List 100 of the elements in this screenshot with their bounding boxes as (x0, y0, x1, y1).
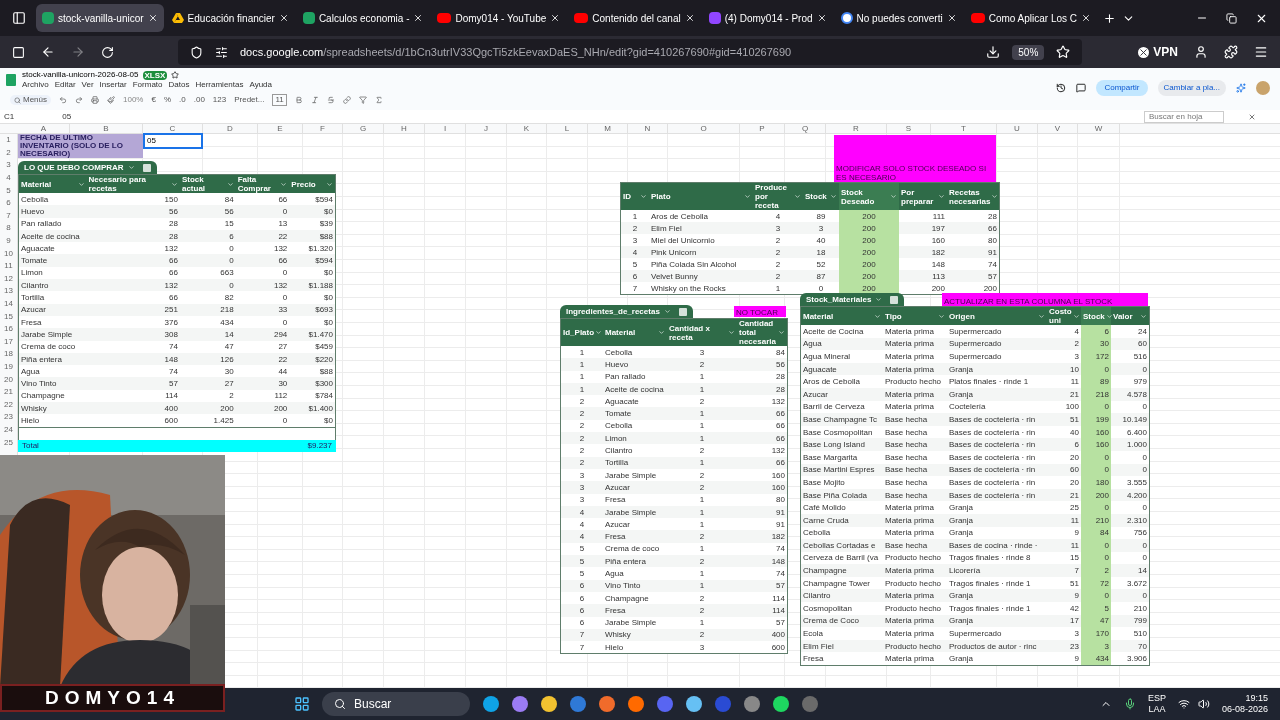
link-icon[interactable] (342, 96, 351, 104)
row-number[interactable]: 17 (0, 335, 17, 349)
column-letter[interactable]: M (588, 124, 628, 133)
table-name-chip[interactable]: LO QUE DEBO COMPRAR (18, 161, 157, 174)
close-icon[interactable] (147, 13, 158, 23)
column-letter[interactable]: G (343, 124, 384, 133)
format-button[interactable]: % (163, 95, 172, 105)
column-header[interactable]: Cantidad x receta (667, 319, 737, 346)
switch-button[interactable]: Cambiar a pla... (1157, 80, 1226, 96)
italic-icon[interactable] (310, 96, 319, 104)
app-icon[interactable] (772, 696, 789, 712)
column-letter[interactable]: R (826, 124, 887, 133)
format-button[interactable]: € (151, 95, 156, 105)
row-number[interactable]: 22 (0, 398, 17, 412)
row-number[interactable]: 14 (0, 297, 17, 311)
format-button[interactable]: 123 (212, 95, 227, 105)
comment-icon[interactable] (1076, 83, 1087, 93)
caret-icon[interactable] (991, 193, 999, 200)
row-number[interactable]: 25 (0, 436, 17, 449)
close-icon[interactable] (278, 13, 289, 23)
menus-button[interactable]: Menús (10, 95, 51, 105)
browser-tab[interactable]: Contenido del canal (568, 4, 701, 32)
caret-icon[interactable] (170, 180, 178, 188)
column-letter[interactable]: E (258, 124, 303, 133)
print-icon[interactable] (91, 96, 99, 104)
format-button[interactable]: .00 (193, 95, 205, 105)
row-number[interactable]: 23 (0, 411, 17, 424)
row-number[interactable]: 4 (0, 171, 17, 185)
column-header[interactable]: Costo uni (1047, 307, 1081, 325)
column-header[interactable]: Plato (649, 183, 753, 210)
column-letter[interactable]: U (997, 124, 1038, 133)
clock-time[interactable]: 19:15 (1245, 693, 1268, 704)
app-icon[interactable] (627, 696, 644, 712)
row-number[interactable]: 5 (0, 184, 17, 197)
font-size-field[interactable]: 11 (272, 94, 287, 106)
caret-icon[interactable] (595, 329, 603, 336)
caret-icon[interactable] (890, 193, 897, 200)
row-number[interactable]: 13 (0, 285, 17, 298)
bookmark-icon[interactable] (1056, 45, 1071, 59)
language-label[interactable]: ESP (1147, 693, 1166, 704)
sparkle-icon[interactable] (1236, 83, 1246, 93)
caret-icon[interactable] (830, 193, 837, 200)
app-icon[interactable] (482, 696, 499, 712)
caret-icon[interactable] (640, 193, 647, 200)
formula-field[interactable]: 05 (62, 110, 72, 123)
selected-cell[interactable]: 05 (143, 133, 203, 149)
row-number[interactable]: 21 (0, 385, 17, 399)
row-number[interactable]: 8 (0, 222, 17, 235)
column-letter[interactable]: L (547, 124, 588, 133)
redo-icon[interactable] (75, 96, 83, 104)
microphone-icon[interactable] (1123, 698, 1136, 710)
row-number[interactable]: 24 (0, 423, 17, 437)
column-header[interactable]: Stock Deseado (839, 183, 899, 210)
caret-icon[interactable] (77, 180, 85, 188)
caret-icon[interactable] (280, 180, 288, 188)
back-icon[interactable] (41, 45, 55, 59)
menu-item[interactable]: Ver (81, 80, 94, 90)
close-icon[interactable] (946, 13, 957, 23)
app-icon[interactable] (598, 696, 615, 712)
app-icon[interactable] (685, 696, 702, 712)
reload-icon[interactable] (101, 45, 114, 59)
column-header[interactable]: Valor (1111, 307, 1149, 325)
close-icon[interactable] (1081, 13, 1092, 23)
format-button[interactable]: .0 (179, 95, 186, 105)
caret-icon[interactable] (938, 312, 945, 320)
caret-icon[interactable] (1072, 312, 1080, 320)
row-number[interactable]: 2 (0, 146, 17, 160)
column-letter[interactable]: D (203, 124, 258, 133)
caret-icon[interactable] (1105, 312, 1113, 320)
undo-icon[interactable] (59, 96, 67, 104)
share-button[interactable]: Compartir (1096, 80, 1148, 96)
find-field[interactable]: Buscar en hoja (1144, 110, 1224, 123)
column-letter[interactable]: J (466, 124, 507, 133)
column-letter[interactable]: N (628, 124, 668, 133)
column-header[interactable]: Falta Comprar (235, 175, 290, 193)
column-letter[interactable]: Q (785, 124, 826, 133)
column-header[interactable]: Cantidad total necesaria (737, 319, 787, 346)
browser-tab[interactable]: Calculos economia - (296, 4, 430, 32)
row-number[interactable]: 11 (0, 259, 17, 273)
header-cell[interactable]: FECHA DE ULTIMO INVENTARIO (SOLO DE LO NECESARIO) (18, 134, 143, 158)
new-tab-icon[interactable] (1103, 11, 1117, 25)
browser-tab[interactable]: Domy014 - YouTube (431, 4, 567, 32)
caret-icon[interactable] (226, 180, 234, 188)
history-icon[interactable] (1056, 83, 1067, 93)
document-title[interactable]: stock-vanilla-unicorn-2026-08-05 (22, 70, 139, 80)
column-header[interactable]: Necesario para recetas (86, 175, 180, 193)
caret-icon[interactable] (938, 193, 945, 200)
bold-icon[interactable] (294, 96, 303, 104)
row-number[interactable]: 12 (0, 272, 17, 286)
menu-item[interactable]: Insertar (99, 80, 127, 90)
close-icon[interactable] (816, 13, 827, 23)
column-header[interactable]: Material (19, 175, 87, 193)
address-field[interactable]: docs.google.com/spreadsheets/d/1bCn3utrIV33QgcTi5zkEevaxDaES_NHn/edit?gid=410267690#gid=410267690 50% (178, 39, 1083, 65)
row-number[interactable]: 7 (0, 209, 17, 223)
column-header[interactable]: Precio (289, 175, 335, 193)
app-icon[interactable] (540, 696, 557, 712)
column-header[interactable]: Tipo (883, 307, 947, 325)
extensions-icon[interactable] (1224, 45, 1238, 59)
column-header[interactable]: Origen (947, 307, 1047, 325)
column-header[interactable]: Stock (803, 183, 839, 210)
